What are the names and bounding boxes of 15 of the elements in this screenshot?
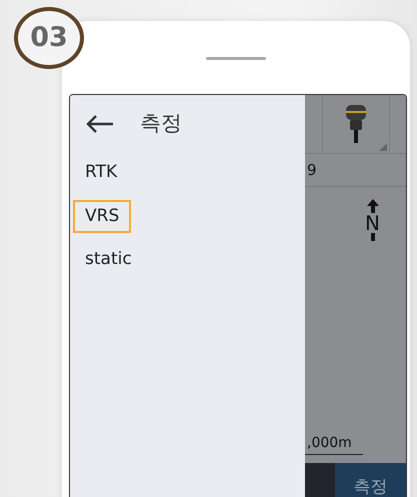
drag-handle[interactable] [206,57,266,60]
measure-button[interactable]: 측정 [335,463,406,497]
north-arrow-icon [366,199,379,213]
scale-bar: ,000m [305,433,363,455]
menu-item[interactable]: RTK [73,156,130,190]
back-arrow-icon[interactable] [86,115,114,133]
status-value: 9 [307,160,317,181]
step-number: 03 [14,7,84,69]
north-label: N [365,213,380,233]
corner-triangle-icon [378,143,386,151]
tick-mark-icon [370,233,375,241]
menu-item[interactable]: VRS [73,200,132,233]
menu-item[interactable]: static [73,243,144,276]
gnss-receiver-icon[interactable] [344,104,366,144]
drawer-title: 측정 [140,110,182,138]
